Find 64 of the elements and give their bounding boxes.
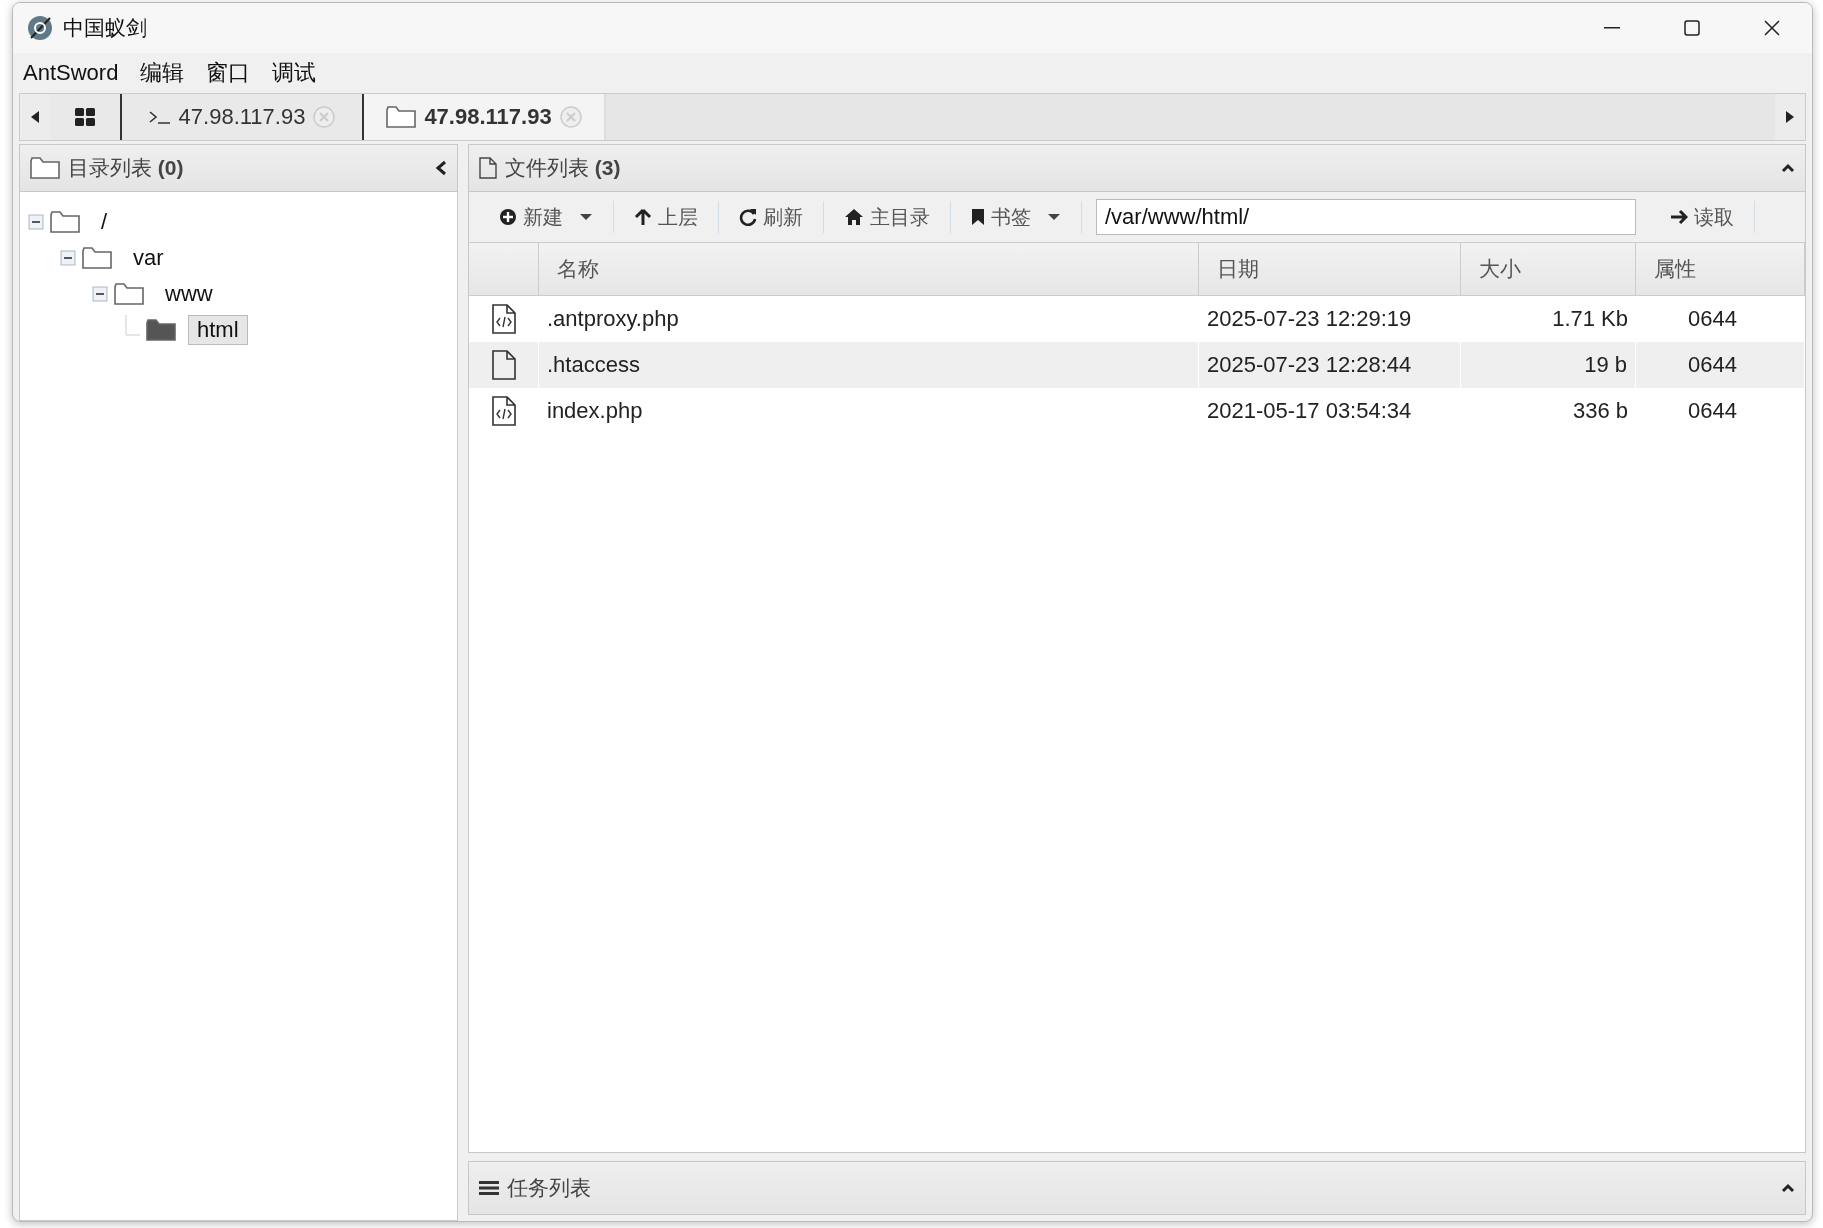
up-arrow-icon	[634, 208, 652, 226]
left-arrow-icon	[31, 111, 39, 123]
right-arrow-icon	[1786, 111, 1794, 123]
column-header[interactable]: 大小	[1461, 243, 1636, 296]
code-file-icon	[492, 304, 516, 334]
home-icon	[844, 208, 864, 226]
folder-icon	[114, 283, 144, 305]
menu-item[interactable]: 编辑	[140, 58, 185, 88]
toolbar-button[interactable]: 上层	[614, 201, 719, 233]
folder-icon	[50, 211, 80, 233]
table-cell: .htaccess	[539, 342, 1199, 388]
toolbar-button[interactable]: 主目录	[824, 201, 951, 233]
column-header[interactable]: 日期	[1199, 243, 1461, 296]
column-header[interactable]: 属性	[1636, 243, 1805, 296]
toolbar-button[interactable]: 刷新	[719, 201, 824, 233]
tree-item[interactable]: /	[92, 207, 117, 237]
plus-icon	[499, 208, 517, 226]
collapse-left-icon[interactable]	[435, 160, 447, 176]
tree-item[interactable]: var	[124, 243, 173, 273]
app-logo-icon	[27, 15, 53, 41]
tree-item[interactable]: www	[156, 279, 222, 309]
menu-item[interactable]: 窗口	[206, 58, 251, 88]
maximize-icon	[1684, 20, 1700, 36]
tab[interactable]: 47.98.117.93	[364, 94, 606, 140]
table-cell: 19 b	[1461, 342, 1636, 388]
menu-item[interactable]: AntSword	[23, 60, 119, 86]
list-icon	[479, 1180, 499, 1196]
caret-icon[interactable]	[1781, 1183, 1795, 1193]
tree-item[interactable]: html	[188, 315, 248, 345]
task-panel-header[interactable]: 任务列表	[468, 1161, 1806, 1215]
folder-icon	[386, 106, 417, 128]
caret-icon[interactable]	[1781, 163, 1795, 173]
table-cell: 0644	[1636, 342, 1805, 388]
scroll-left-button[interactable]	[20, 94, 50, 140]
column-header[interactable]: 名称	[539, 243, 1199, 296]
toolbar-button[interactable]: 书签	[951, 201, 1082, 233]
folder-icon	[30, 157, 60, 179]
read-button[interactable]: 读取	[1650, 201, 1755, 233]
close-icon	[1764, 20, 1780, 36]
minimize-icon	[1604, 27, 1620, 29]
folder-icon	[82, 247, 112, 269]
menu-item[interactable]: 调试	[272, 58, 317, 88]
caret-icon[interactable]	[1047, 212, 1061, 222]
code-file-icon	[492, 396, 516, 426]
grid-icon	[75, 108, 95, 126]
collapse-icon[interactable]	[60, 250, 76, 266]
scroll-right-button[interactable]	[1775, 94, 1805, 140]
panel-title: 目录列表 (0)	[68, 155, 185, 181]
terminal-icon	[148, 110, 171, 124]
window-title: 中国蚁剑	[63, 15, 148, 41]
caret-icon[interactable]	[579, 212, 593, 222]
folder-icon	[146, 319, 176, 341]
panel-title: 任务列表	[507, 1175, 592, 1201]
file-icon	[491, 350, 516, 380]
collapse-icon[interactable]	[92, 286, 108, 302]
table-cell: 2025-07-23 12:28:44	[1199, 342, 1461, 388]
right-arrow-icon	[1670, 209, 1688, 225]
toolbar-button[interactable]: 新建	[479, 201, 614, 233]
refresh-icon	[739, 208, 757, 226]
panel-title: 文件列表 (3)	[505, 155, 622, 181]
collapse-icon[interactable]	[28, 214, 44, 230]
bookmark-icon	[971, 208, 985, 226]
file-icon	[479, 157, 497, 179]
path-field[interactable]: /var/www/html/	[1096, 199, 1636, 235]
